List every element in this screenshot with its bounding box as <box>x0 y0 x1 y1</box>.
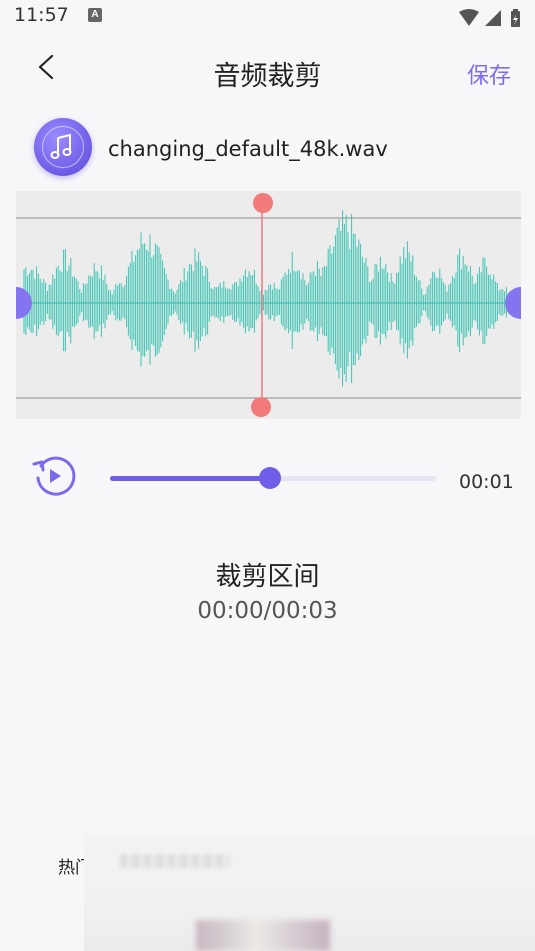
wifi-icon <box>459 9 479 26</box>
seek-bar-thumb[interactable] <box>258 467 281 489</box>
status-time: 11:57 <box>14 4 69 26</box>
status-icons <box>457 8 527 30</box>
music-note-icon <box>50 133 72 159</box>
file-name: changing_default_48k.wav <box>108 137 388 161</box>
seek-bar[interactable] <box>110 467 436 489</box>
a-icon: A <box>88 8 102 22</box>
blurred-thumbnail <box>196 920 330 951</box>
current-time: 00:01 <box>459 471 514 493</box>
replay-button[interactable] <box>30 452 78 500</box>
save-button[interactable]: 保存 <box>467 58 511 90</box>
replay-icon <box>32 456 76 496</box>
page-title: 音频裁剪 <box>213 61 322 92</box>
seek-bar-fill <box>110 476 270 481</box>
trim-range-value: 00:00/00:03 <box>197 598 338 624</box>
blurred-text <box>120 854 230 868</box>
blurred-ad-area[interactable] <box>84 834 535 951</box>
trim-end-handle[interactable] <box>505 287 521 319</box>
waveform[interactable] <box>16 191 521 419</box>
battery-icon <box>511 9 520 27</box>
status-bar: 11:57 A <box>0 0 535 36</box>
waveform-panel[interactable] <box>16 191 521 419</box>
file-avatar <box>34 118 92 176</box>
playhead-top-handle[interactable] <box>253 193 273 213</box>
playhead-bottom-handle[interactable] <box>251 397 271 417</box>
waveform-bars <box>23 210 507 387</box>
signal-icon <box>485 10 501 26</box>
audio-trim-screen: 11:57 A 音频裁剪 保存 changing_default_48k.wav… <box>0 0 535 951</box>
trim-range-label: 裁剪区间 <box>215 562 320 592</box>
